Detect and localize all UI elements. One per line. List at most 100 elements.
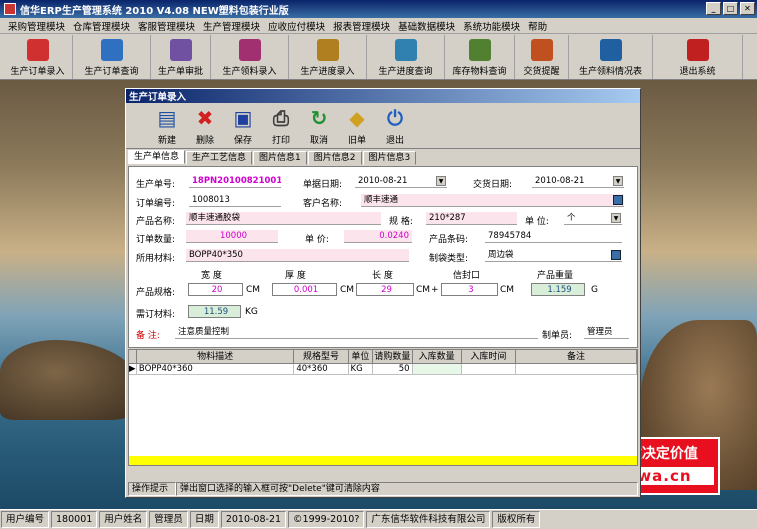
wtoolbar-button-1[interactable]: ✖ 删除 [186,103,224,148]
weight-unit: G [591,285,598,295]
delivery-field[interactable]: 2010-08-21 ▼ [532,175,624,188]
wtoolbar-label-0: 新建 [157,136,176,146]
delivery-dropdown-icon[interactable]: ▼ [613,176,623,186]
customer-picker-icon[interactable] [613,195,623,205]
length-field[interactable]: 29 [356,283,414,296]
table-row[interactable]: ▶ BOPP40*360 40*360 KG 50 [129,364,637,375]
wtoolbar-button-4[interactable]: ↻ 取消 [300,103,338,148]
close-button[interactable]: ✕ [740,2,755,15]
material-label: 所用材料: [136,254,176,264]
toolbar-button-9[interactable]: 退出系统 [653,35,743,79]
width-unit: CM [246,285,261,295]
thick-field[interactable]: 0.001 [272,283,337,296]
width-field[interactable]: 20 [188,283,243,296]
toolbar-button-1[interactable]: 生产订单查询 [73,35,151,79]
need-field: 11.59 [188,305,241,318]
grid-header-3[interactable]: 请购数量 [373,350,413,363]
wtoolbar-label-2: 保存 [233,136,252,146]
main-toolbar: 生产订单录入 生产订单查询 生产单审批 生产领料录入 生产进度录入 生产进度查询 库存物料查… [0,35,757,80]
thick-unit: CM [340,285,355,295]
grid-header-0[interactable]: 物料描述 [137,350,295,363]
toolbar-button-4[interactable]: 生产进度录入 [289,35,367,79]
menu-item-1[interactable]: 仓库管理模块 [69,19,134,33]
menu-item-0[interactable]: 采购管理模块 [4,19,69,33]
unit-field[interactable]: 个 ▼ [564,212,622,225]
menu-item-8[interactable]: 帮助 [524,19,551,33]
tab-3[interactable]: 图片信息2 [307,151,362,165]
wtoolbar-label-6: 退出 [385,136,404,146]
spec-field[interactable]: 210*287 [426,212,517,225]
minimize-button[interactable]: _ [706,2,721,15]
save-icon: ▣ [233,106,253,130]
status-value-0: 180001 [51,511,98,528]
toolbar-button-6[interactable]: 库存物料查询 [445,35,515,79]
price-field[interactable]: 0.0240 [344,230,412,243]
menu-item-5[interactable]: 报表管理模块 [329,19,394,33]
material-grid[interactable]: 物料描述 规格型号 单位 请购数量 入库数量 入库时间 备注 ▶ BOPP40*360 40*3… [128,349,638,466]
toolbar-button-2[interactable]: 生产单审批 [151,35,211,79]
table-cell-6[interactable] [516,364,637,374]
table-cell-1[interactable]: 40*360 [294,364,349,374]
stock-icon [468,39,491,61]
wtoolbar-button-5[interactable]: ◆ 旧单 [338,103,376,148]
print-icon: ⎙ [273,106,289,130]
table-cell-3[interactable]: 50 [373,364,413,374]
toolbar-label-8: 生产领料情况表 [578,67,642,77]
table-cell-5[interactable] [462,364,516,374]
date-dropdown-icon[interactable]: ▼ [436,176,446,186]
date-field[interactable]: 2010-08-21 ▼ [355,175,447,188]
grid-header-2[interactable]: 单位 [349,350,374,363]
grid-header-5[interactable]: 入库时间 [462,350,516,363]
customer-value: 顺丰速通 [364,195,399,205]
menu-item-4[interactable]: 应收应付模块 [264,19,329,33]
menu-item-7[interactable]: 系统功能模块 [459,19,524,33]
wtoolbar-button-0[interactable]: ▤ 新建 [148,103,186,148]
ord-num-field[interactable]: 1008013 [189,194,281,207]
barcode-field[interactable]: 78945784 [485,230,622,243]
length-header: 长 度 [372,271,393,281]
menu-item-6[interactable]: 基础数据模块 [394,19,459,33]
exit-icon [686,39,709,61]
maximize-button[interactable]: □ [723,2,738,15]
tab-2[interactable]: 图片信息1 [253,151,307,165]
wtoolbar-button-6[interactable]: ⏻ 退出 [376,103,414,148]
customer-field[interactable]: 顺丰速通 [361,194,624,207]
table-cell-2[interactable]: KG [349,364,374,374]
date-label: 单据日期: [303,180,343,190]
menu-item-2[interactable]: 客服管理模块 [134,19,199,33]
note-field[interactable]: 注意质量控制 [175,326,538,339]
grid-body: ▶ BOPP40*360 40*360 KG 50 [129,364,637,375]
tab-1[interactable]: 生产工艺信息 [186,151,253,165]
maker-label: 制单员: [542,331,573,341]
status-bar: 用户编号 180001 用户姓名 管理员 日期 2010-08-21 ©1999-2010?… [0,509,757,529]
unit-dropdown-icon[interactable]: ▼ [611,213,621,223]
tab-0[interactable]: 生产单信息 [128,150,186,164]
seal-field[interactable]: 3 [441,283,498,296]
menu-item-3[interactable]: 生产管理模块 [199,19,264,33]
rock-left [0,340,140,420]
delete-icon: ✖ [196,106,214,130]
grid-header-4[interactable]: 入库数量 [413,350,462,363]
toolbar-button-8[interactable]: 生产领料情况表 [569,35,653,79]
toolbar-button-3[interactable]: 生产领料录入 [211,35,289,79]
wtoolbar-button-2[interactable]: ▣ 保存 [224,103,262,148]
table-cell-0[interactable]: BOPP40*360 [137,364,295,374]
pdf-doc-icon [26,39,49,61]
wtoolbar-button-3[interactable]: ⎙ 打印 [262,103,300,148]
make-field[interactable]: 周边袋 [485,249,622,262]
make-picker-icon[interactable] [611,250,621,260]
toolbar-button-0[interactable]: 生产订单录入 [3,35,73,79]
grid-header-6[interactable]: 备注 [516,350,637,363]
order-no-field[interactable]: 18PN20100821001 [189,175,281,188]
toolbar-button-5[interactable]: 生产进度查询 [367,35,445,79]
qty-field[interactable]: 10000 [186,230,278,243]
material-field[interactable]: BOPP40*350 [186,249,409,262]
toolbar-button-7[interactable]: 交货提醒 [515,35,569,79]
delivery-label: 交货日期: [473,180,513,190]
table-cell-4[interactable] [412,364,462,374]
tab-4[interactable]: 图片信息3 [362,151,417,165]
maker-field: 管理员 [584,326,629,339]
grid-header-1[interactable]: 规格型号 [294,350,349,363]
order-no-label: 生产单号: [136,180,176,190]
product-field[interactable]: 顺丰速通胶袋 [186,212,381,225]
